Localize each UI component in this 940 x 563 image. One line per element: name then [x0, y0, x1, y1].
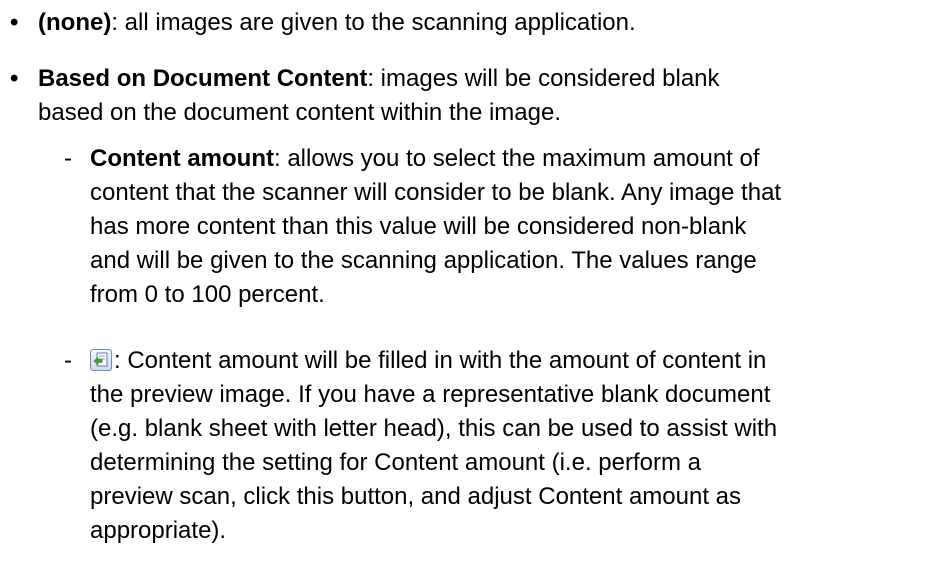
sub-line-6: appropriate). [90, 517, 227, 544]
dash-marker: - [64, 347, 72, 374]
sub-line-3: has more content than this value will be… [90, 213, 747, 240]
sub-line-1: : Content amount will be filled in with … [90, 344, 930, 378]
bullet-marker: • [10, 65, 19, 92]
dash-marker: - [64, 145, 72, 172]
sub-line-1: Content amount: allows you to select the… [90, 145, 760, 172]
sub-line-4: and will be given to the scanning applic… [90, 247, 757, 274]
bullet-text: : images will be considered blank [367, 65, 720, 92]
sub-line-2: content that the scanner will consider t… [90, 179, 782, 206]
sub-item-content-amount: - Content amount: allows you to select t… [64, 142, 930, 312]
bullet-term: Based on Document Content [38, 65, 368, 92]
bullet-line-1: Based on Document Content: images will b… [38, 62, 918, 96]
sub-line-2: the preview image. If you have a represe… [90, 381, 771, 408]
bullet-marker: • [10, 9, 19, 36]
document-page: • (none): all images are given to the sc… [0, 0, 940, 563]
fill-from-preview-icon[interactable] [90, 349, 112, 371]
sub-line-5: preview scan, click this button, and adj… [90, 483, 742, 510]
bullet-line-2: based on the document content within the… [38, 99, 562, 126]
bullet-text: : all images are given to the scanning a… [111, 9, 636, 36]
sub-line-4: determining the setting for Content amou… [90, 449, 701, 476]
sub-term: Content amount [90, 145, 274, 172]
bullet-term: (none) [38, 9, 112, 36]
sub-line-3: (e.g. blank sheet with letter head), thi… [90, 415, 778, 442]
bullet-document-content: • Based on Document Content: images will… [10, 62, 918, 130]
sub-item-fill-from-preview: - : Content amount will be filled in wit… [64, 344, 930, 548]
bullet-none: • (none): all images are given to the sc… [10, 6, 918, 40]
sub-line-5: from 0 to 100 percent. [90, 281, 325, 308]
